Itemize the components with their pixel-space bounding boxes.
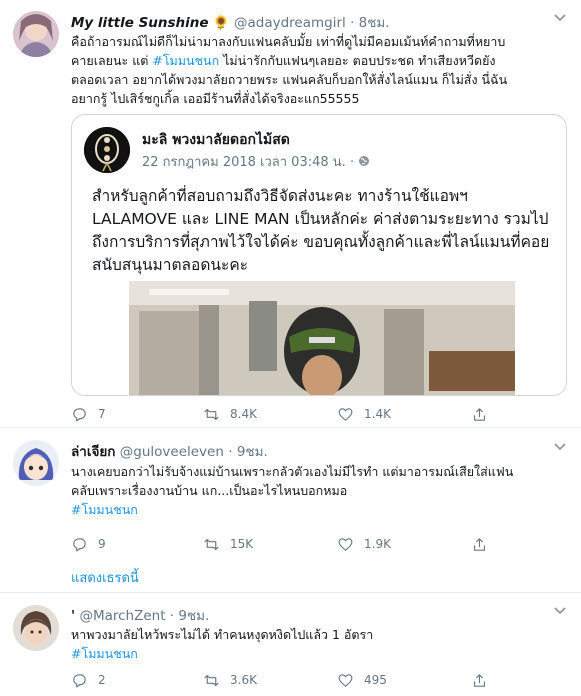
share-icon	[473, 537, 486, 551]
text-line: หาพวงมาลัยไหว้พระไม่ได้ ทำคนหงุดหงิดไปแล…	[71, 627, 374, 642]
text-line: คลับเพราะเรื่องงานบ้าน แก...เป็นอะไรไหนบ…	[71, 483, 348, 498]
show-thread-link[interactable]: แสดงเธรดนี้	[71, 567, 139, 588]
chevron-down-icon[interactable]	[553, 605, 567, 620]
reply-count: 2	[98, 673, 106, 687]
share-button[interactable]	[471, 669, 498, 691]
date-text: 22 กรกฎาคม 2018 เวลา 03:48 น.	[142, 155, 346, 170]
retweet-button[interactable]: 3.6K	[203, 669, 257, 691]
like-count: 1.9K	[364, 537, 391, 551]
share-icon	[473, 673, 486, 687]
chevron-down-icon[interactable]	[553, 12, 567, 27]
display-name[interactable]: ล่าเจียก	[71, 444, 115, 460]
share-button[interactable]	[471, 533, 498, 555]
display-name[interactable]: My little Sunshine	[71, 15, 209, 31]
separator-dot: ·	[349, 155, 355, 170]
display-name[interactable]: '	[71, 608, 75, 624]
like-icon	[338, 673, 353, 687]
page-name: มะลิ พวงมาลัยดอกไม้สด	[142, 132, 290, 148]
avatar[interactable]	[13, 440, 59, 486]
reply-count: 7	[98, 407, 106, 421]
text-line: คายเลยนะ แต่ #โมมนชนก ไม่น่ารักกับแฟนๆเล…	[71, 51, 561, 70]
sunflower-emoji: 🌻	[212, 15, 230, 31]
text-segment: คายเลยนะ แต่	[71, 53, 153, 68]
quoted-photo[interactable]	[129, 281, 515, 395]
tweet-text: นางเคยบอกว่าไม่รับจ้างแม่บ้านเพราะกลัวตั…	[71, 462, 561, 519]
like-icon	[338, 407, 353, 421]
tweet-actions: 7 8.4K 1.4K	[71, 403, 511, 425]
hashtag-link[interactable]: #โมมนชนก	[71, 500, 561, 519]
quoted-text: สำหรับลูกค้าที่สอบถามถึงวิธีจัดส่งนะคะ ท…	[92, 187, 550, 274]
tweet[interactable]: My little Sunshine 🌻 @adaydreamgirl · 8ช…	[0, 0, 581, 428]
reply-icon	[73, 407, 86, 421]
retweet-count: 15K	[230, 537, 254, 551]
separator-dot: ·	[169, 608, 175, 624]
retweet-count: 3.6K	[230, 673, 257, 687]
text-line: อยากรู้ ไปเสิร์ชกูเกิ้ล เออมีร้านที่สั่ง…	[71, 91, 360, 106]
post-date: 22 กรกฎาคม 2018 เวลา 03:48 น. ·	[142, 151, 370, 172]
like-button[interactable]: 495	[337, 669, 387, 691]
quoted-post-card[interactable]: มะลิ พวงมาลัยดอกไม้สด 22 กรกฎาคม 2018 เว…	[71, 114, 567, 396]
reply-button[interactable]: 7	[71, 403, 106, 425]
tweet[interactable]: ' @MarchZent · 9ชม. หาพวงมาลัยไหว้พระไม่…	[0, 593, 581, 696]
like-button[interactable]: 1.9K	[337, 533, 391, 555]
reply-button[interactable]: 2	[71, 669, 106, 691]
chevron-down-icon[interactable]	[553, 441, 567, 456]
retweet-button[interactable]: 8.4K	[203, 403, 257, 425]
retweet-icon	[204, 674, 219, 686]
reply-button[interactable]: 9	[71, 533, 106, 555]
user-handle[interactable]: @adaydreamgirl	[234, 15, 346, 31]
like-count: 1.4K	[364, 407, 391, 421]
text-segment: ไม่น่ารักกับแฟนๆเลยอะ ตอบประชด ทำเสียงหว…	[219, 53, 496, 68]
text-line: นางเคยบอกว่าไม่รับจ้างแม่บ้านเพราะกลัวตั…	[71, 464, 514, 479]
like-icon	[338, 537, 353, 551]
user-handle[interactable]: @MarchZent	[79, 608, 165, 624]
text-line: คือถ้าอารมณ์ไม่ดีก็ไม่น่ามาลงกับแฟนคลับม…	[71, 34, 506, 49]
tweet-actions: 2 3.6K 495	[71, 669, 511, 691]
tweet-text: คือถ้าอารมณ์ไม่ดีก็ไม่น่ามาลงกับแฟนคลับม…	[71, 32, 561, 108]
timestamp[interactable]: 9ชม.	[178, 608, 209, 624]
user-handle[interactable]: @guloveeleven	[120, 444, 224, 460]
globe-icon	[358, 155, 370, 170]
retweet-icon	[204, 538, 219, 550]
retweet-icon	[204, 408, 219, 420]
like-button[interactable]: 1.4K	[337, 403, 391, 425]
tweet-actions: 9 15K 1.9K	[71, 533, 511, 555]
share-icon	[473, 407, 486, 421]
retweet-button[interactable]: 15K	[203, 533, 253, 555]
timestamp[interactable]: 9ชม.	[237, 444, 268, 460]
reply-count: 9	[98, 537, 106, 551]
tweet-text: หาพวงมาลัยไหว้พระไม่ได้ ทำคนหงุดหงิดไปแล…	[71, 625, 561, 663]
share-button[interactable]	[471, 403, 498, 425]
reply-icon	[73, 537, 86, 551]
hashtag-link[interactable]: #โมมนชนก	[152, 53, 219, 68]
hashtag-link[interactable]: #โมมนชนก	[71, 644, 561, 663]
avatar[interactable]	[13, 605, 59, 651]
separator-dot: ·	[228, 444, 233, 460]
reply-icon	[73, 673, 86, 687]
like-count: 495	[364, 673, 387, 687]
retweet-count: 8.4K	[230, 407, 257, 421]
text-line: ตลอดเวลา อยากได้พวงมาลัยถวายพระ แฟนคลับก…	[71, 72, 508, 87]
timestamp[interactable]: 8ชม.	[359, 15, 390, 31]
separator-dot: ·	[350, 15, 355, 31]
avatar[interactable]	[13, 11, 59, 57]
page-avatar	[84, 127, 130, 173]
